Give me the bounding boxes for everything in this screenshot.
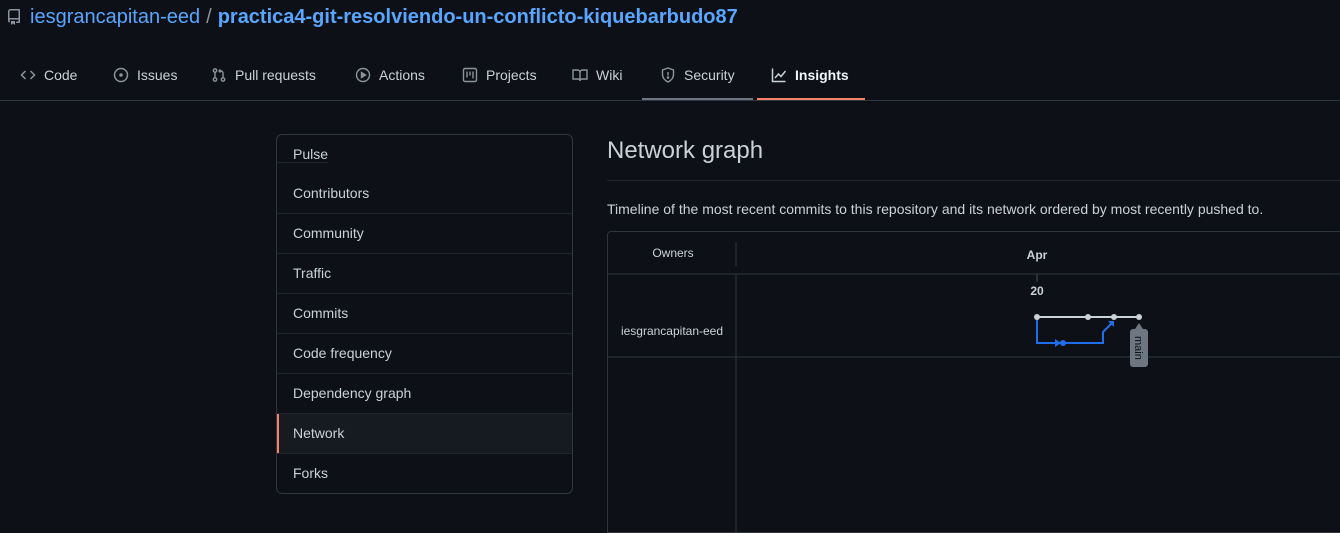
tab-code[interactable]: Code — [20, 50, 77, 99]
tab-label: Issues — [137, 66, 178, 83]
sidebar-item-community[interactable]: Community — [277, 214, 572, 254]
feature-branch-line — [1036, 317, 1113, 344]
owners-header: Owners — [652, 246, 693, 260]
code-icon — [20, 67, 36, 83]
repo-nav-tabs: Code Issues Pull requests Actions Projec… — [0, 50, 1340, 101]
commit-dot[interactable] — [1085, 314, 1091, 320]
tab-label: Pull requests — [235, 66, 316, 83]
page-description: Timeline of the most recent commits to t… — [607, 201, 1264, 217]
network-graph[interactable]: Owners Apr 20 iesgrancapitan-eed main — [607, 231, 1340, 533]
tab-label: Actions — [379, 66, 425, 83]
tab-pull-requests[interactable]: Pull requests — [211, 50, 316, 99]
day-label: 20 — [1030, 284, 1044, 298]
repo-name-link[interactable]: practica4-git-resolviendo-un-conflicto-k… — [218, 6, 738, 29]
repo-icon — [6, 9, 22, 25]
graph-icon — [771, 67, 787, 83]
sidebar-item-contributors[interactable]: Contributors — [277, 174, 572, 214]
branch-label: main — [1132, 336, 1144, 360]
commit-dot[interactable] — [1060, 340, 1066, 346]
month-label: Apr — [1027, 248, 1048, 262]
commit-dot[interactable] — [1111, 314, 1117, 320]
tab-security[interactable]: Security — [642, 50, 753, 100]
sidebar-item-code-frequency[interactable]: Code frequency — [277, 334, 572, 374]
sidebar-item-pulse[interactable]: Pulse — [277, 146, 329, 163]
sidebar-item-commits[interactable]: Commits — [277, 294, 572, 334]
branch-label-pointer — [1135, 323, 1143, 329]
sidebar-item-forks[interactable]: Forks — [277, 454, 572, 493]
tab-insights[interactable]: Insights — [757, 50, 865, 100]
network-graph-canvas[interactable]: Owners Apr 20 iesgrancapitan-eed main — [608, 232, 1340, 532]
pull-request-icon — [211, 67, 227, 83]
tab-projects[interactable]: Projects — [462, 50, 537, 99]
insights-sidebar-menu: Pulse Contributors Community Traffic Com… — [276, 134, 573, 494]
tab-label: Code — [44, 66, 78, 83]
repo-separator: / — [206, 5, 212, 28]
tab-label: Projects — [486, 66, 537, 83]
sidebar-item-network[interactable]: Network — [277, 414, 572, 454]
tab-wiki[interactable]: Wiki — [572, 50, 622, 99]
tab-label: Wiki — [596, 66, 623, 83]
commit-dot[interactable] — [1136, 314, 1142, 320]
tab-actions[interactable]: Actions — [355, 50, 425, 99]
book-icon — [572, 67, 588, 83]
sidebar-item-traffic[interactable]: Traffic — [277, 254, 572, 294]
tab-issues[interactable]: Issues — [113, 50, 177, 99]
sidebar-item-dependency-graph[interactable]: Dependency graph — [277, 374, 572, 414]
repo-header: iesgrancapitan-eed / practica4-git-resol… — [6, 4, 738, 30]
play-icon — [355, 67, 371, 83]
tab-label: Security — [684, 66, 735, 83]
commit-dot[interactable] — [1034, 314, 1040, 320]
project-icon — [462, 67, 478, 83]
shield-icon — [660, 66, 676, 83]
title-divider — [607, 180, 1340, 181]
issue-icon — [113, 67, 129, 83]
owner-row-label[interactable]: iesgrancapitan-eed — [621, 324, 723, 338]
repo-owner-link[interactable]: iesgrancapitan-eed — [30, 6, 200, 29]
page-title: Network graph — [607, 137, 764, 164]
tab-label: Insights — [795, 66, 849, 83]
